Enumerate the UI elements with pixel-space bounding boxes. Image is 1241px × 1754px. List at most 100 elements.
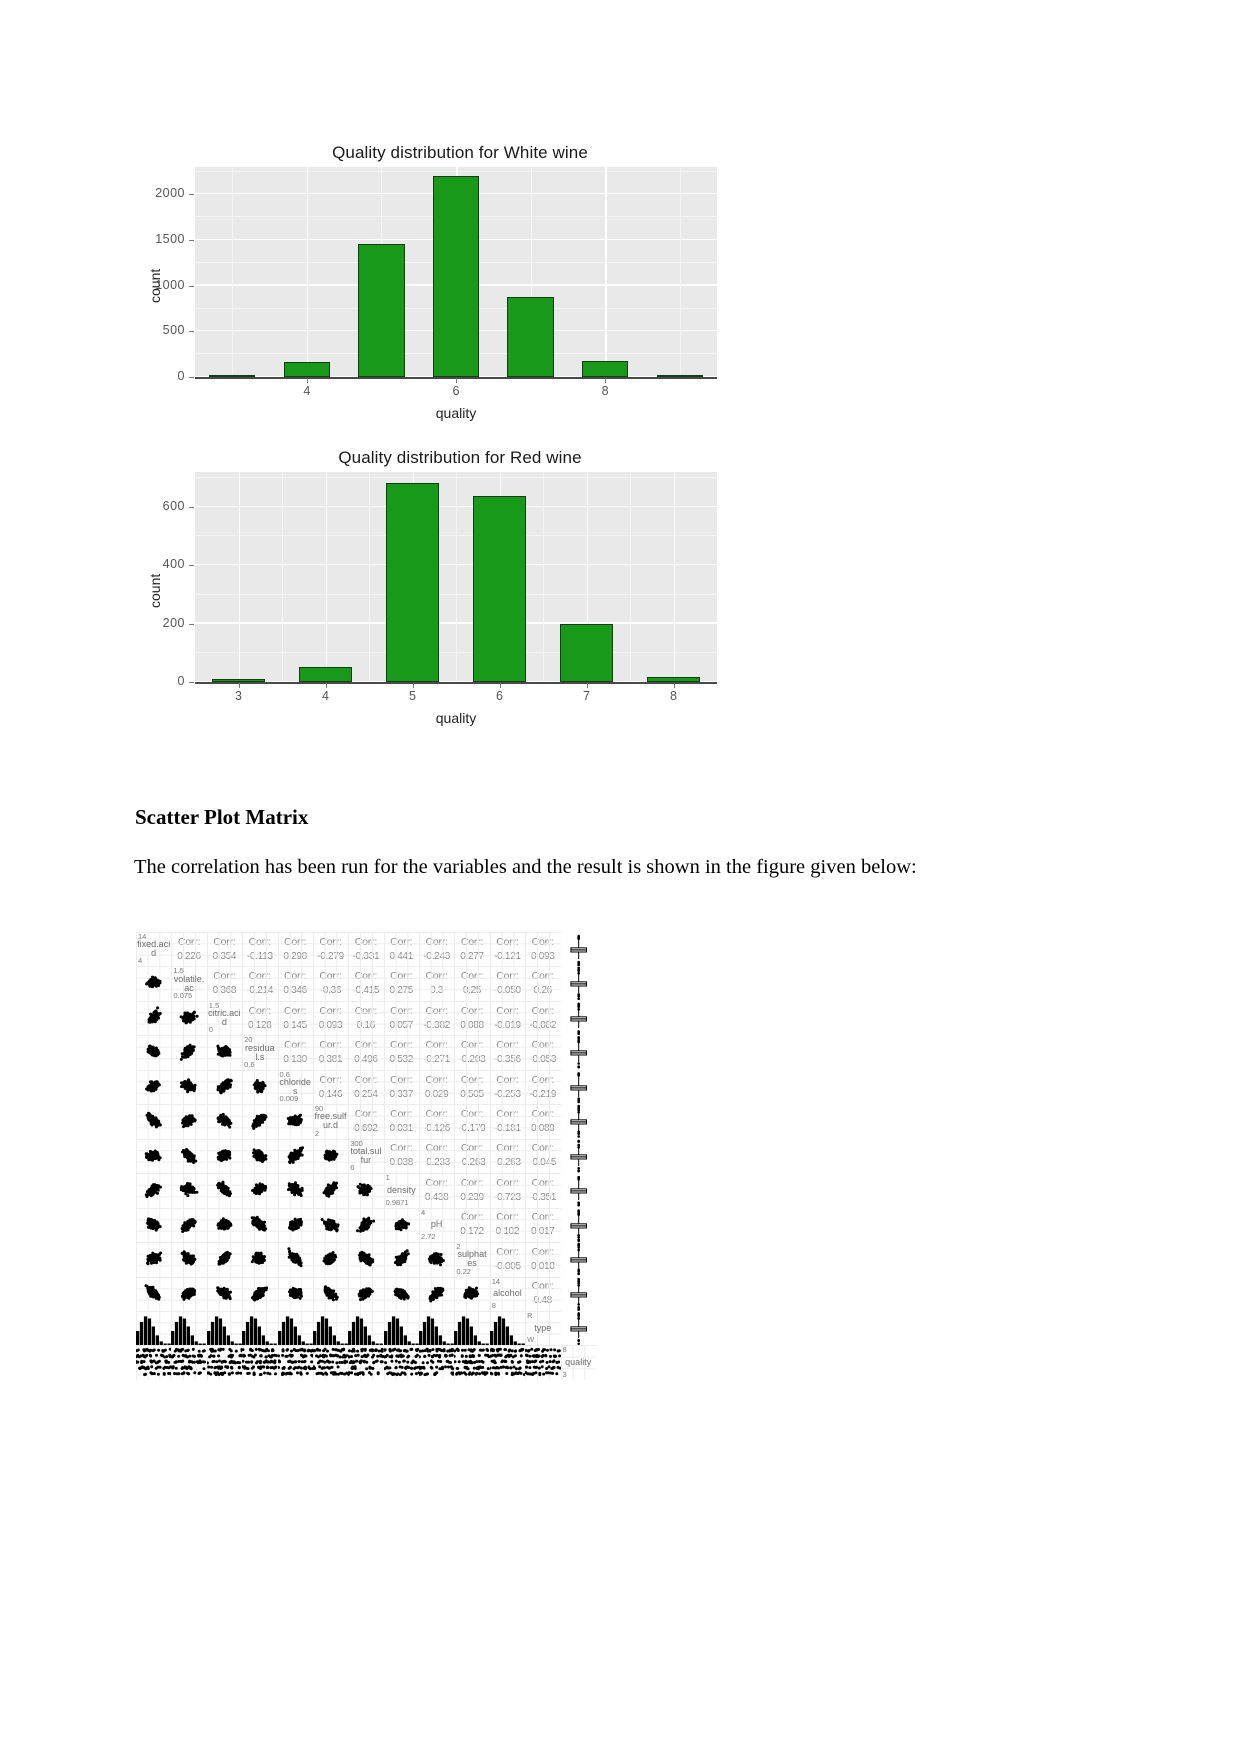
x-tick-mark xyxy=(306,378,308,383)
x-axis-title-white: quality xyxy=(435,405,477,421)
spm-scatter-cell xyxy=(454,1276,490,1311)
gridline-v-minor xyxy=(456,472,457,682)
y-tick-mark xyxy=(189,194,194,196)
spm-strip-cell xyxy=(489,1345,526,1380)
cell-grid xyxy=(525,1173,561,1208)
spm-boxplot-cell xyxy=(560,1242,596,1277)
y-tick-label: 1000 xyxy=(155,277,185,292)
spm-correlation-cell: Corr:-0.181 xyxy=(489,1104,526,1139)
y-tick-label: 2000 xyxy=(155,186,185,201)
histogram xyxy=(383,1316,419,1346)
spm-strip-cell xyxy=(454,1345,490,1380)
cell-grid xyxy=(277,932,313,967)
scatter-points xyxy=(287,1217,303,1232)
y-tick-label: 500 xyxy=(162,323,185,338)
scatter-points xyxy=(181,1114,198,1129)
cell-grid xyxy=(489,1104,526,1139)
histogram xyxy=(171,1316,207,1346)
spm-correlation-cell: Corr:-0.279 xyxy=(312,932,349,967)
boxplot xyxy=(569,966,587,1001)
spm-correlation-cell: Corr:0.692 xyxy=(348,1104,384,1139)
x-tick-mark xyxy=(586,683,588,688)
x-tick-label: 3 xyxy=(235,689,242,703)
cell-grid xyxy=(348,1000,384,1036)
bar xyxy=(559,623,614,682)
spm-correlation-cell: Corr:-0.045 xyxy=(525,1138,561,1174)
spm-correlation-cell: Corr:0.25 xyxy=(454,966,490,1001)
scatter-points xyxy=(358,1250,375,1267)
spm-correlation-cell: Corr:-0.019 xyxy=(489,1000,526,1036)
diag-variable-name: type xyxy=(534,1322,552,1333)
cell-grid xyxy=(454,966,490,1001)
cell-grid xyxy=(525,932,561,967)
spm-scatter-cell xyxy=(171,1069,207,1105)
spm-histogram-cell xyxy=(383,1310,419,1346)
spm-scatter-cell xyxy=(206,1138,243,1174)
spm-scatter-cell xyxy=(242,1207,278,1243)
y-tick-label: 0 xyxy=(177,674,185,688)
bar xyxy=(298,666,353,682)
cell-grid xyxy=(525,1104,561,1139)
spm-correlation-cell: Corr:0.017 xyxy=(525,1207,561,1243)
diag-variable-name: citric.acid xyxy=(208,1008,241,1028)
gridline-v-minor xyxy=(282,472,283,682)
spm-histogram-cell xyxy=(242,1310,278,1346)
spm-boxplot-cell xyxy=(560,1276,596,1311)
diag-range-bottom: 4 xyxy=(138,956,143,966)
scatter-points xyxy=(144,1183,162,1199)
diag-range-bottom: 2.72 xyxy=(421,1232,436,1242)
spm-scatter-cell xyxy=(383,1207,419,1243)
bar xyxy=(358,243,405,377)
x-tick-mark xyxy=(325,683,327,688)
spm-scatter-cell xyxy=(171,1138,207,1174)
spm-scatter-cell xyxy=(277,1104,313,1139)
spm-correlation-cell: Corr:-0.121 xyxy=(489,932,526,967)
spm-correlation-cell: Corr:0.337 xyxy=(383,1069,419,1105)
cell-grid xyxy=(525,1242,561,1277)
spm-strip-cell xyxy=(136,1345,172,1380)
y-tick-mark xyxy=(189,565,194,567)
scatter-points xyxy=(393,1249,410,1267)
spm-scatter-cell xyxy=(277,1242,313,1277)
cell-grid xyxy=(348,1069,384,1105)
spm-scatter-cell xyxy=(136,1000,172,1036)
diag-range-top: 4 xyxy=(421,1207,426,1217)
spm-diagonal-cell: 14 fixed.acid 4 xyxy=(136,932,172,967)
spm-correlation-cell: Corr:0.354 xyxy=(206,932,243,967)
spm-scatter-cell xyxy=(348,1276,384,1311)
spm-correlation-cell: Corr:0.532 xyxy=(383,1035,419,1070)
cell-grid xyxy=(489,1207,526,1243)
gridline-v-major xyxy=(325,472,327,682)
cell-grid xyxy=(383,1138,419,1174)
cell-grid xyxy=(419,1035,455,1070)
cell-grid xyxy=(206,932,243,967)
spm-scatter-cell xyxy=(171,1242,207,1277)
strip-plot xyxy=(383,1348,419,1377)
scatter-points xyxy=(250,1215,268,1232)
boxplot xyxy=(569,1002,587,1036)
spm-correlation-cell: Corr:-0.053 xyxy=(525,1035,561,1070)
spm-scatter-cell xyxy=(206,1104,243,1139)
diag-range-bottom: 0.009 xyxy=(279,1094,299,1104)
scatter-points xyxy=(251,1182,268,1196)
spm-correlation-cell: Corr:-0.331 xyxy=(348,932,384,967)
spm-scatter-cell xyxy=(242,1104,278,1139)
cell-grid xyxy=(419,966,455,1001)
histogram xyxy=(312,1316,348,1346)
spm-diagonal-cell: 1 density 0.9871 xyxy=(383,1173,419,1208)
bar xyxy=(432,176,480,377)
scatter-points xyxy=(146,1251,163,1266)
cell-grid xyxy=(312,932,349,967)
gridline-v-major xyxy=(306,167,309,377)
scatter-points xyxy=(146,1217,162,1232)
cell-grid xyxy=(489,1035,526,1070)
gridline-v-minor xyxy=(679,167,681,377)
spm-correlation-cell: Corr:0.029 xyxy=(419,1069,455,1105)
scatter-points xyxy=(322,1181,338,1198)
gridline-v-major xyxy=(673,472,675,682)
spm-correlation-cell: Corr:-0.351 xyxy=(525,1173,561,1208)
scatter-points xyxy=(250,1251,267,1265)
spm-strip-cell xyxy=(242,1345,278,1380)
spm-diagonal-cell: 300 total.sulfur 6 xyxy=(348,1138,384,1174)
gridline-v-minor xyxy=(543,472,544,682)
